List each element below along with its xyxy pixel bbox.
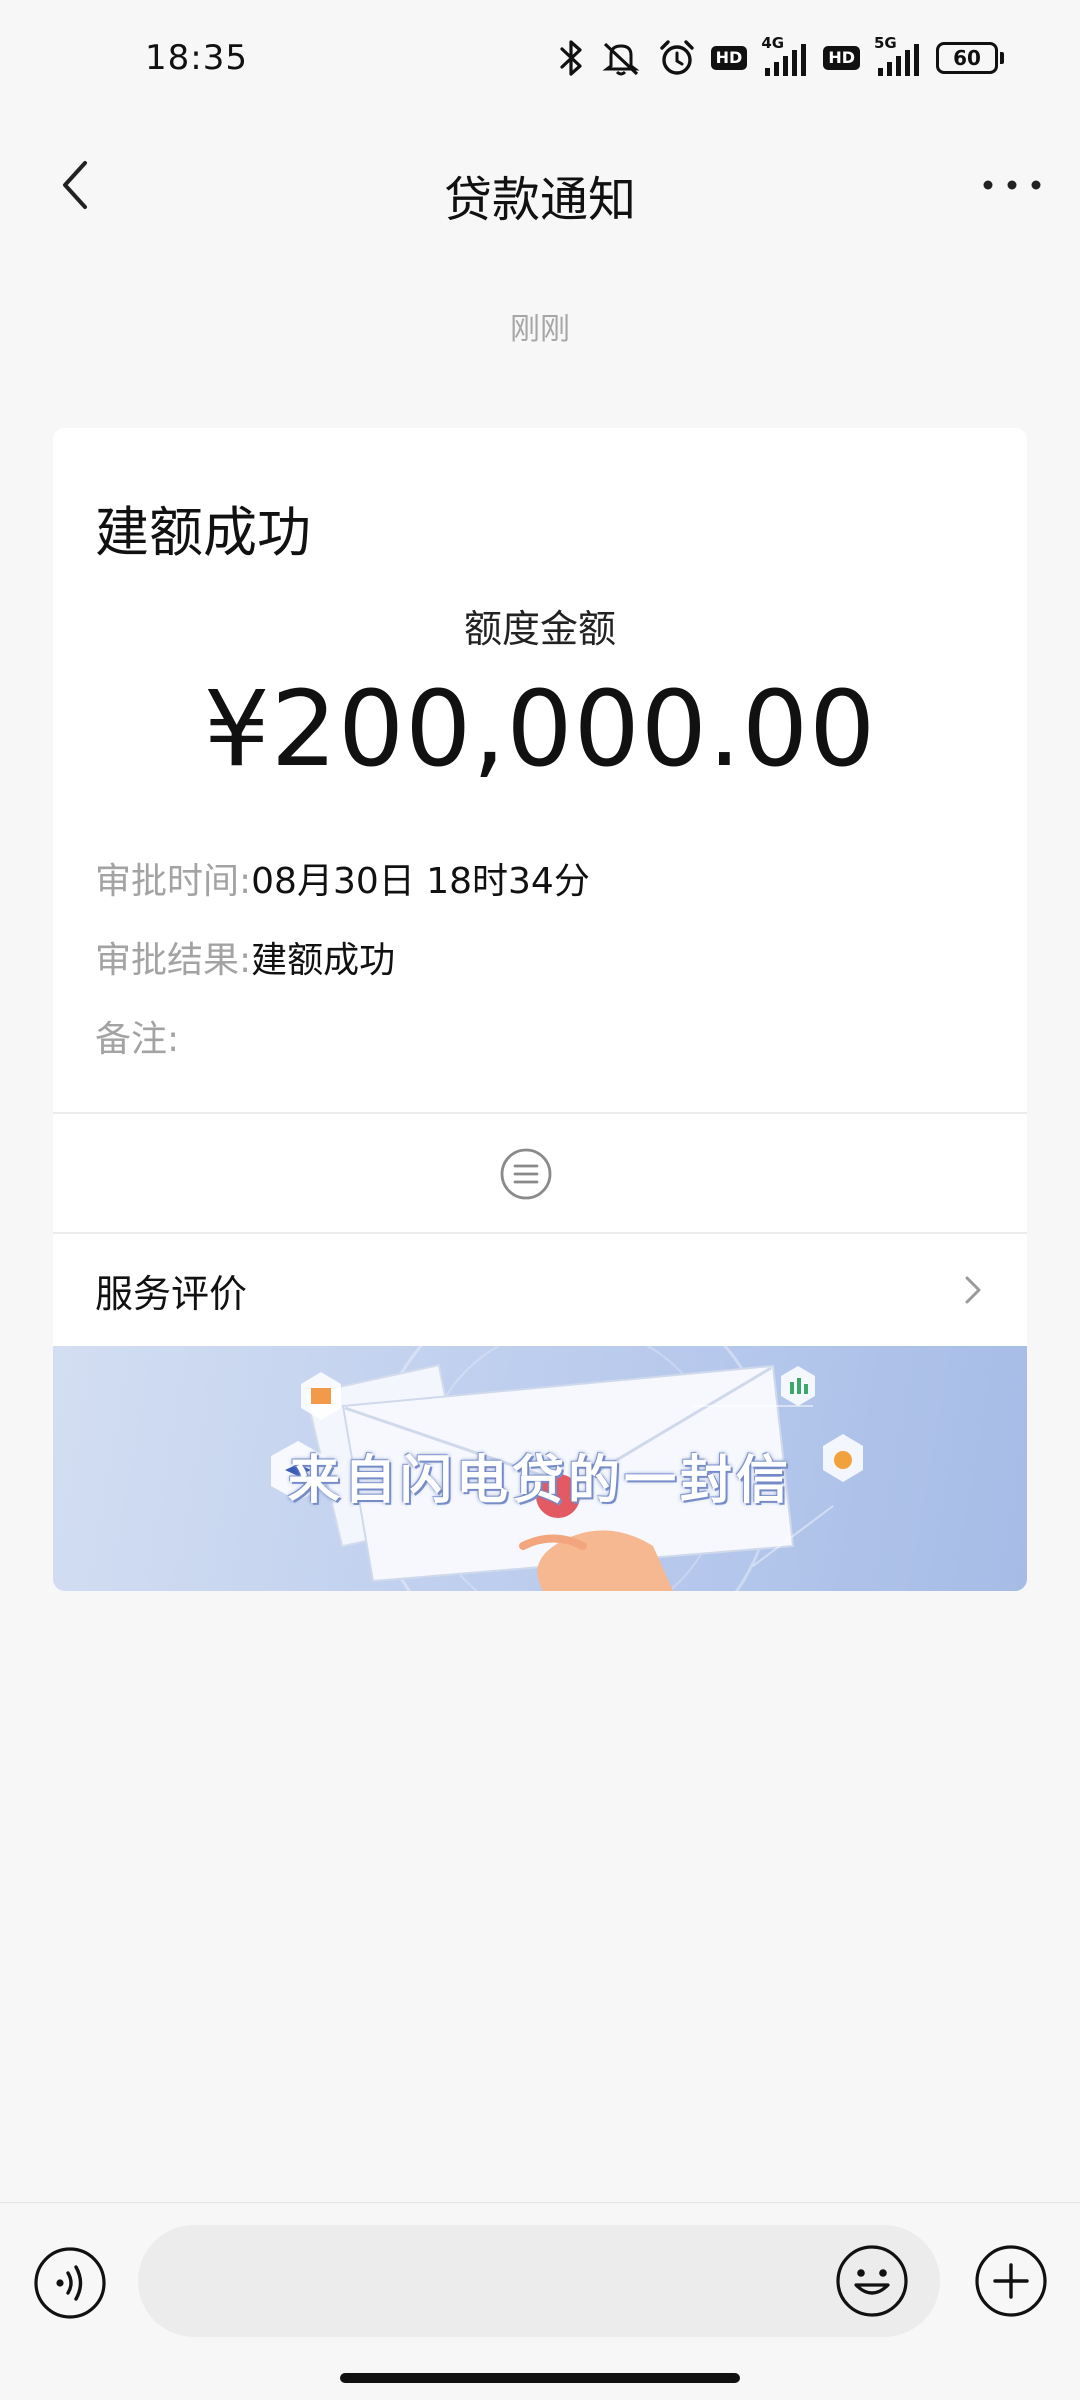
alarm-icon	[657, 38, 697, 78]
plus-icon	[975, 2245, 1047, 2317]
battery-level: 60	[936, 42, 998, 74]
list-menu-icon	[500, 1148, 552, 1200]
detail-label: 审批时间:	[95, 861, 252, 902]
card-title: 建额成功	[95, 501, 311, 564]
battery-icon: 60	[936, 42, 1004, 74]
amount-label: 额度金额	[463, 607, 616, 651]
detail-label: 审批结果:	[95, 940, 252, 981]
signal-4g-icon: 4G	[761, 34, 809, 78]
detail-row-approval-time: 审批时间: 08月30日 18时34分	[95, 852, 590, 904]
chat-input-bar	[0, 2202, 1080, 2400]
promo-banner[interactable]: 来自闪电贷的一封信	[53, 1346, 1027, 1591]
plus-button[interactable]	[973, 2243, 1049, 2319]
nav-bar: 贷款通知	[0, 120, 1080, 270]
divider	[53, 1112, 1027, 1114]
voice-icon	[34, 2247, 106, 2319]
banner-text: 来自闪电贷的一封信	[287, 1451, 792, 1511]
more-button[interactable]	[972, 150, 1052, 220]
voice-button[interactable]	[32, 2245, 108, 2321]
home-indicator[interactable]	[340, 2373, 740, 2383]
list-menu-button[interactable]	[498, 1146, 554, 1202]
detail-row-approval-result: 审批结果: 建额成功	[95, 931, 395, 983]
message-input[interactable]	[138, 2225, 940, 2337]
bluetooth-icon	[559, 38, 585, 78]
status-icons: HD 4G HD 5G 60	[559, 34, 1004, 80]
hd-badge-1: HD	[710, 46, 748, 70]
status-bar: 18:35 HD 4G HD 5G 60	[0, 0, 1080, 120]
detail-row-remark: 备注:	[95, 1010, 179, 1062]
page-title: 贷款通知	[443, 172, 636, 228]
service-rating-label: 服务评价	[95, 1271, 248, 1316]
detail-value: 建额成功	[251, 940, 396, 981]
signal-5g-icon: 5G	[874, 34, 922, 78]
service-rating-row[interactable]: 服务评价	[53, 1234, 1027, 1346]
amount-value: ¥200,000.00	[203, 668, 877, 790]
detail-value: 08月30日 18时34分	[251, 861, 590, 902]
message-timestamp: 刚刚	[510, 312, 570, 347]
hd-badge-2: HD	[823, 46, 860, 70]
chevron-right-icon	[965, 1276, 981, 1304]
emoji-icon	[836, 2245, 908, 2317]
emoji-button[interactable]	[834, 2243, 910, 2319]
mute-vibrate-icon	[599, 38, 643, 78]
loan-notification-card: 建额成功 额度金额 ¥200,000.00 审批时间: 08月30日 18时34…	[53, 428, 1027, 1591]
status-time: 18:35	[145, 38, 248, 78]
more-dots-icon	[983, 180, 1041, 190]
detail-label: 备注:	[95, 1019, 180, 1060]
